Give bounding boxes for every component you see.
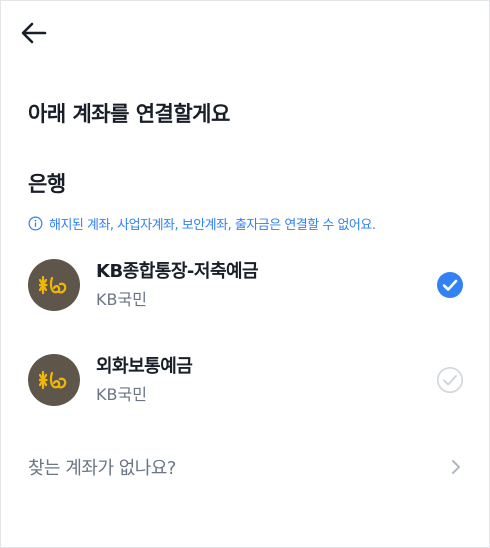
account-item-1[interactable]: KB종합통장-저축예금 KB국민: [28, 255, 464, 315]
page-title: 아래 계좌를 연결할게요: [28, 102, 230, 126]
account-bank: KB국민: [96, 290, 147, 309]
kb-star-logo-icon: [39, 370, 67, 390]
account-item-2[interactable]: 외화보통예금 KB국민: [28, 350, 464, 410]
account-bank: KB국민: [96, 385, 147, 404]
chevron-right-icon: [452, 460, 460, 474]
notice-text: 해지된 계좌, 사업자계좌, 보안계좌, 출자금은 연결할 수 없어요.: [49, 218, 376, 233]
arrow-left-icon: [21, 22, 47, 44]
notice: 해지된 계좌, 사업자계좌, 보안계좌, 출자금은 연결할 수 없어요.: [28, 214, 376, 233]
account-name: KB종합통장-저축예금: [96, 261, 259, 282]
info-icon: [28, 216, 43, 231]
unchecked-circle-icon[interactable]: [436, 366, 464, 394]
back-button[interactable]: [16, 18, 52, 48]
bank-logo: [28, 259, 80, 311]
section-title-bank: 은행: [28, 172, 66, 196]
checked-circle-icon[interactable]: [436, 271, 464, 299]
account-name: 외화보통예금: [96, 356, 193, 377]
account-not-found-link[interactable]: 찾는 계좌가 없나요?: [28, 452, 462, 482]
kb-star-logo-icon: [39, 275, 67, 295]
bank-logo: [28, 354, 80, 406]
account-not-found-label: 찾는 계좌가 없나요?: [28, 458, 176, 479]
